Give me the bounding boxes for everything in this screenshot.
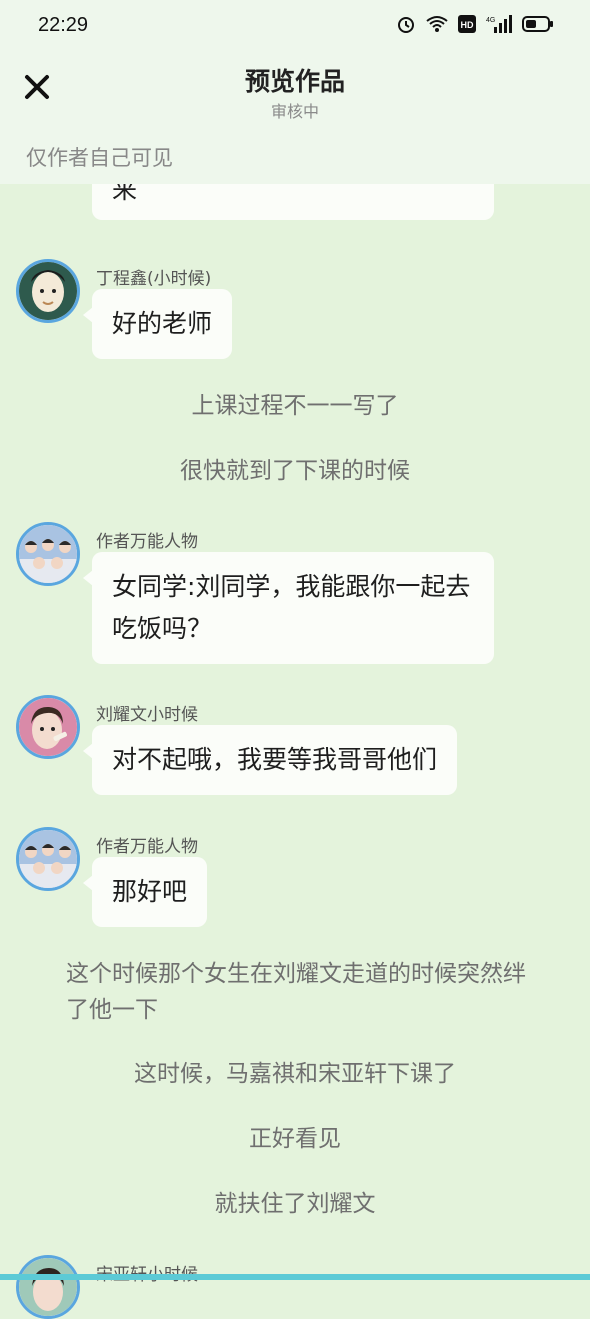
status-time: 22:29: [38, 14, 89, 36]
dialog-bubble: 对不起哦，我要等我哥哥他们: [82, 725, 458, 795]
status-bar: 22:29 HD 4G: [0, 0, 590, 52]
speaker-name: 丁程鑫(小时候): [96, 269, 212, 289]
svg-text:4G: 4G: [486, 17, 495, 24]
wifi-icon: [426, 15, 448, 33]
hd-icon: HD: [458, 15, 476, 33]
page-title: 预览作品: [244, 67, 345, 96]
dialog-bubble: 女同学:刘同学，我能跟你一起去吃饭吗？: [83, 552, 494, 664]
avatar-dingchengxin[interactable]: [16, 259, 80, 323]
preview-header: 预览作品 审核中 仅作者自己可见: [0, 52, 590, 184]
dialog-bubble: 好的老师: [82, 289, 233, 359]
dialog-text: 女同学:刘同学，我能跟你一起去吃饭吗？: [112, 572, 471, 643]
speaker-name: 作者万能人物: [96, 532, 198, 552]
dialog-text: 对不起哦，我要等我哥哥他们: [112, 745, 438, 774]
dialog-bubble: 那好吧: [82, 857, 208, 927]
narration-text: 很快就到了下课的时候: [180, 458, 410, 484]
alarm-icon: [396, 14, 416, 34]
review-status: 审核中: [270, 102, 319, 121]
narration-text: 这个时候那个女生在刘耀文走道的时候突然绊了他一下: [66, 961, 526, 1023]
battery-icon: [522, 15, 554, 33]
narration-text: 这时候，马嘉祺和宋亚轩下课了: [134, 1061, 456, 1087]
bottom-accent-bar: [0, 1274, 590, 1280]
avatar-author-group[interactable]: [16, 522, 80, 586]
status-icons: HD 4G: [396, 14, 554, 34]
narration-text: 上课过程不一一写了: [191, 393, 399, 419]
story-feed[interactable]: 来 丁程鑫(小时候) 好的老师 上课过程不一一写了 很快就到了下课的时候 作者万…: [0, 0, 590, 1319]
dialog-text: 那好吧: [112, 877, 188, 906]
narration-text: 正好看见: [249, 1126, 341, 1152]
narration-text: 就扶住了刘耀文: [214, 1191, 376, 1217]
avatar-author-group[interactable]: [16, 827, 80, 891]
dialog-text: 好的老师: [112, 309, 213, 338]
speaker-name: 刘耀文小时候: [96, 705, 198, 725]
avatar-songyaxuan[interactable]: [16, 1255, 80, 1319]
speaker-name: 宋亚轩小时候: [96, 1260, 198, 1285]
visibility-note: 仅作者自己可见: [26, 146, 173, 170]
avatar-liuyaowen[interactable]: [16, 695, 80, 759]
speaker-name: 作者万能人物: [96, 837, 198, 857]
signal-4g-icon: 4G: [486, 15, 512, 33]
svg-text:HD: HD: [461, 20, 474, 30]
